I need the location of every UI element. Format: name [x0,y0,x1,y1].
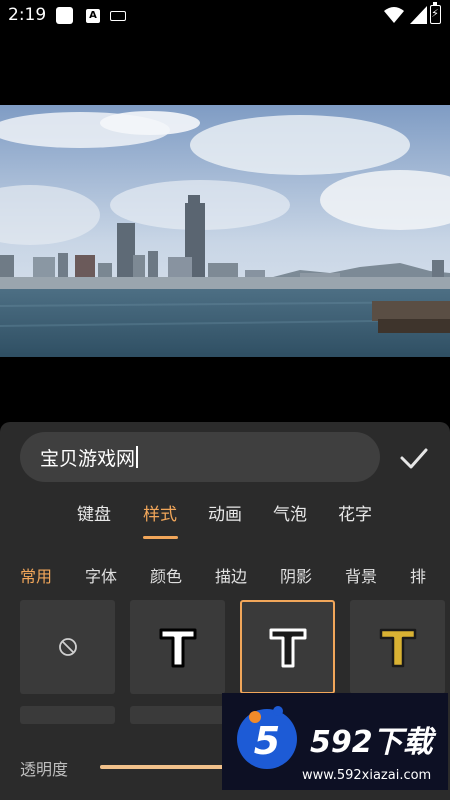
video-frame[interactable] [0,105,450,357]
tab-keyboard[interactable]: 键盘 [77,500,111,525]
tab-bubble[interactable]: 气泡 [273,500,307,525]
style-tile-black-outline[interactable] [240,600,335,694]
subtab-shadow[interactable]: 阴影 [280,563,312,587]
harbor-skyline-image [0,105,450,357]
video-preview-area[interactable] [0,30,450,422]
watermark-brand: 592下载 [310,725,433,760]
opacity-label: 透明度 [20,760,69,779]
style-tile-none[interactable] [20,600,115,694]
subtab-arrange[interactable]: 排 [410,563,426,587]
watermark-logo: 5 [237,706,297,769]
tab-animation[interactable]: 动画 [208,500,242,525]
style-tile-row2[interactable] [20,706,115,724]
tab-fancy-text[interactable]: 花字 [338,500,372,525]
tab-style[interactable]: 样式 [143,500,177,525]
keyboard-icon [110,11,126,21]
text-input-value: 宝贝游戏网 [40,447,136,470]
style-tile-row2[interactable] [130,706,225,724]
square-notification-icon [56,7,73,24]
text-input-field[interactable]: 宝贝游戏网 [20,432,380,482]
style-preview-black-t [269,628,306,668]
no-style-icon [58,638,77,656]
subtab-common[interactable]: 常用 [20,563,52,587]
status-time: 2:19 [8,5,47,25]
style-tile-white-outline[interactable] [130,600,225,694]
active-tab-indicator [143,536,178,539]
status-bar: 2:19 A ⚡ [0,0,450,30]
watermark-url: www.592xiazai.com [302,768,432,783]
text-cursor [136,446,138,468]
watermark-digit: 5 [254,719,280,763]
opacity-slider-fill [100,765,232,769]
subtab-stroke[interactable]: 描边 [215,563,247,587]
checkmark-icon[interactable] [395,440,433,476]
battery-charging-icon: ⚡ [430,2,441,24]
style-preview-gold-t [379,628,416,668]
subtab-background[interactable]: 背景 [345,563,377,587]
signal-icon [410,6,427,24]
site-watermark: 5 592下载 www.592xiazai.com [222,693,448,790]
wifi-icon [384,7,404,23]
style-tile-gold[interactable] [350,600,445,694]
main-tabs: 键盘 样式 动画 气泡 花字 [0,500,450,540]
subtab-font[interactable]: 字体 [85,563,117,587]
a-notification-icon: A [86,9,100,23]
style-sub-tabs: 常用 字体 颜色 描边 阴影 背景 排 [0,563,450,589]
subtab-color[interactable]: 颜色 [150,563,182,587]
style-preview-white-t [159,628,196,668]
